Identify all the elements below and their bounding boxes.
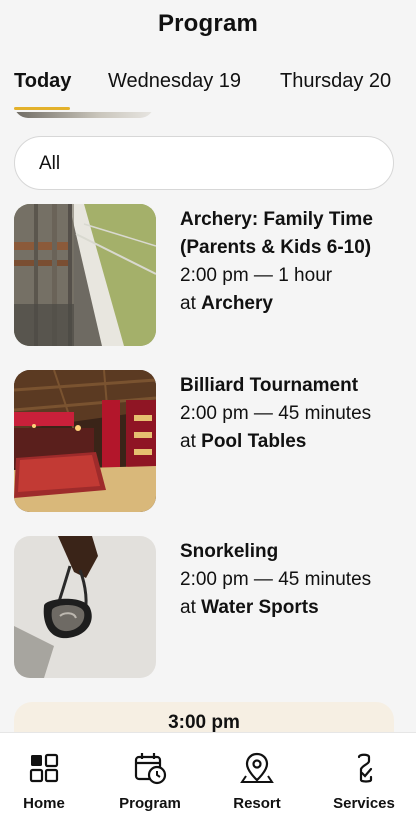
event-location: at Water Sports xyxy=(180,594,398,622)
page-title: Program xyxy=(157,10,259,37)
day-tabs: Today Wednesday 19 Thursday 20 xyxy=(0,70,416,110)
event-card-archery[interactable]: Archery: Family Time (Parents & Kids 6-1… xyxy=(14,204,404,350)
bottom-navigation: Home Program Resort Services xyxy=(0,732,416,824)
event-thumbnail-billiard xyxy=(14,370,156,512)
nav-services[interactable]: Services xyxy=(312,751,416,812)
event-location: at Archery xyxy=(180,290,398,318)
event-card-snorkeling[interactable]: Snorkeling 2:00 pm — 45 minutes at Water… xyxy=(14,536,404,682)
nav-program[interactable]: Program xyxy=(98,751,202,812)
nav-resort-label: Resort xyxy=(233,795,281,812)
tab-today[interactable]: Today xyxy=(14,70,71,93)
event-title: Archery: Family Time (Parents & Kids 6-1… xyxy=(180,209,373,258)
event-title: Billiard Tournament xyxy=(180,375,359,396)
tab-wednesday-19[interactable]: Wednesday 19 xyxy=(108,70,241,93)
nav-home[interactable]: Home xyxy=(0,751,96,812)
tab-thursday-20[interactable]: Thursday 20 xyxy=(280,70,391,93)
nav-home-label: Home xyxy=(23,795,65,812)
location-prefix: at xyxy=(180,293,196,314)
location-name: Archery xyxy=(201,293,273,314)
nav-services-label: Services xyxy=(333,795,395,812)
event-card-billiard[interactable]: Billiard Tournament 2:00 pm — 45 minutes… xyxy=(14,370,404,516)
event-title: Snorkeling xyxy=(180,541,279,562)
location-prefix: at xyxy=(180,597,196,618)
event-thumbnail-snorkeling xyxy=(14,536,156,678)
event-time: 2:00 pm — 45 minutes xyxy=(180,403,372,424)
time-slot-label: 3:00 pm xyxy=(168,712,240,732)
event-time: 2:00 pm — 1 hour xyxy=(180,265,333,286)
nav-resort[interactable]: Resort xyxy=(205,751,309,812)
event-location: at Pool Tables xyxy=(180,428,398,456)
location-name: Water Sports xyxy=(201,597,319,618)
map-pin-icon xyxy=(240,751,274,785)
home-grid-icon xyxy=(27,751,61,785)
event-thumbnail-archery xyxy=(14,204,156,346)
services-hand-icon xyxy=(347,751,381,785)
active-tab-indicator xyxy=(14,107,70,110)
location-prefix: at xyxy=(180,431,196,452)
event-time: 2:00 pm — 45 minutes xyxy=(180,569,372,590)
calendar-clock-icon xyxy=(133,751,167,785)
filter-selected-value: All xyxy=(39,153,61,174)
location-name: Pool Tables xyxy=(201,431,307,452)
time-slot-header: 3:00 pm xyxy=(14,702,394,732)
page-header: Program Today Wednesday 19 Thursday 20 xyxy=(0,0,416,112)
nav-program-label: Program xyxy=(119,795,181,812)
category-filter-select[interactable]: All xyxy=(14,136,394,190)
